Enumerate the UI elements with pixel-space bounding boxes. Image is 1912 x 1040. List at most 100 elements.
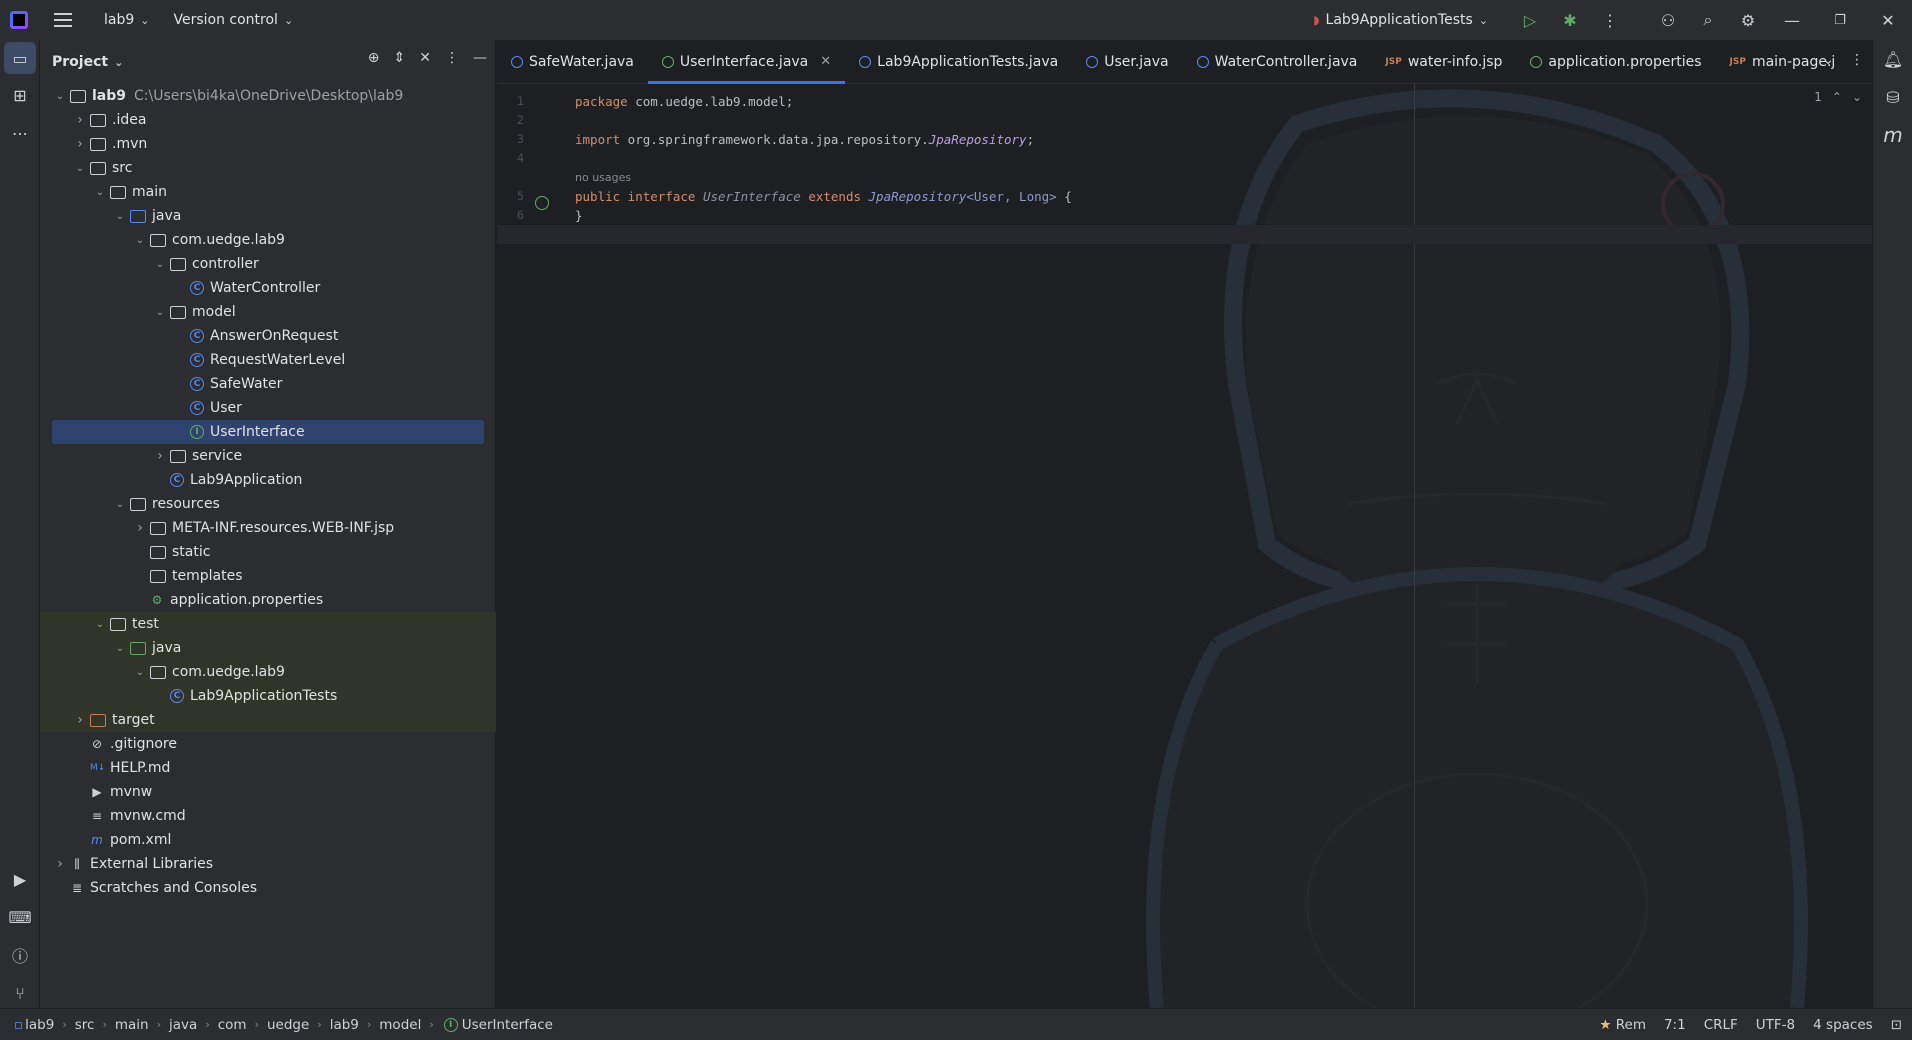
tab-list-chevron-icon[interactable]: ⌄ xyxy=(1822,52,1834,68)
implemented-gutter-icon[interactable] xyxy=(535,196,549,210)
breadcrumb-item[interactable]: model xyxy=(379,1017,421,1033)
intellij-logo-icon[interactable] xyxy=(10,11,28,29)
breadcrumb-item[interactable]: lab9 xyxy=(25,1017,54,1033)
locate-icon[interactable]: ⊕ xyxy=(368,50,380,66)
project-selector[interactable]: lab9 ⌄ xyxy=(96,8,157,32)
tree-item[interactable]: m pom.xml xyxy=(40,828,496,852)
tree-item[interactable]: ≣ Scratches and Consoles xyxy=(40,876,496,900)
chevron-right-icon[interactable]: › xyxy=(72,112,88,128)
tree-item[interactable]: ⌄ src xyxy=(40,156,496,180)
chevron-down-icon[interactable]: ⌄ xyxy=(72,163,88,174)
tree-item[interactable]: ⌄ com.uedge.lab9 xyxy=(40,228,496,252)
options-icon[interactable]: ⋮ xyxy=(445,50,459,66)
chevron-right-icon[interactable]: › xyxy=(72,136,88,152)
tree-item[interactable]: › target xyxy=(40,708,496,732)
close-window-icon[interactable]: ✕ xyxy=(1864,0,1912,40)
hide-panel-icon[interactable]: — xyxy=(473,50,487,66)
tree-item[interactable]: ≡ mvnw.cmd xyxy=(40,804,496,828)
tree-item[interactable]: C AnswerOnRequest xyxy=(40,324,496,348)
minimize-icon[interactable]: — xyxy=(1768,0,1816,40)
breadcrumb-item[interactable]: lab9 xyxy=(330,1017,359,1033)
breadcrumb-item[interactable]: java xyxy=(169,1017,197,1033)
tree-item[interactable]: ⌄ resources xyxy=(40,492,496,516)
collapse-all-icon[interactable]: ✕ xyxy=(419,50,431,66)
tree-item[interactable]: › ⫼ External Libraries xyxy=(40,852,496,876)
line-separator[interactable]: CRLF xyxy=(1704,1017,1738,1033)
breadcrumb-item[interactable]: src xyxy=(75,1017,95,1033)
tree-item[interactable]: M↓ HELP.md xyxy=(40,756,496,780)
chevron-right-icon[interactable]: › xyxy=(152,448,168,464)
tree-item[interactable]: ⊘ .gitignore xyxy=(40,732,496,756)
services-icon[interactable]: ▶ xyxy=(0,860,40,898)
breadcrumb-item[interactable]: main xyxy=(115,1017,149,1033)
run-icon[interactable]: ▷ xyxy=(1510,0,1550,40)
tree-item[interactable]: ⌄ test xyxy=(40,612,496,636)
read-only-lock-icon[interactable]: ⊡ xyxy=(1891,1017,1902,1033)
vcs-selector[interactable]: Version control ⌄ xyxy=(165,8,301,32)
tree-item[interactable]: › .mvn xyxy=(40,132,496,156)
editor-tab[interactable]: application.properties xyxy=(1516,40,1715,84)
restore-icon[interactable]: ❐ xyxy=(1816,0,1864,40)
tree-item[interactable]: › META-INF.resources.WEB-INF.jsp xyxy=(40,516,496,540)
breadcrumb-item[interactable]: com xyxy=(218,1017,247,1033)
tree-item[interactable]: C Lab9Application xyxy=(40,468,496,492)
run-config-selector[interactable]: ◗ Lab9ApplicationTests ⌄ xyxy=(1305,8,1496,32)
maven-icon[interactable]: m xyxy=(1873,116,1912,154)
notifications-icon[interactable]: 🔔︎ xyxy=(1873,40,1912,78)
tree-item[interactable]: templates xyxy=(40,564,496,588)
more-tools-icon[interactable]: ⋯ xyxy=(0,114,40,152)
chevron-right-icon[interactable]: › xyxy=(72,712,88,728)
close-tab-icon[interactable]: ✕ xyxy=(820,54,831,69)
chevron-down-icon[interactable]: ⌄ xyxy=(132,235,148,246)
tree-item[interactable]: C Lab9ApplicationTests xyxy=(40,684,496,708)
tree-item[interactable]: › .idea xyxy=(40,108,496,132)
code-with-me-icon[interactable]: ⚇ xyxy=(1648,0,1688,40)
tree-item[interactable]: ⌄ com.uedge.lab9 xyxy=(40,660,496,684)
chevron-down-icon[interactable]: ⌄ xyxy=(92,619,108,630)
chevron-right-icon[interactable]: › xyxy=(52,856,68,872)
line-gutter[interactable]: 1 2 3 4 5 6 7 xyxy=(497,84,561,244)
editor-tab[interactable]: User.java xyxy=(1072,40,1182,84)
database-icon[interactable]: ⛁ xyxy=(1873,78,1912,116)
breadcrumb-item[interactable]: UserInterface xyxy=(462,1017,553,1033)
chevron-down-icon[interactable]: ⌄ xyxy=(152,259,168,270)
problems-icon[interactable]: ⓘ xyxy=(0,936,40,974)
tree-item[interactable]: ⌄ main xyxy=(40,180,496,204)
chevron-down-icon[interactable]: ⌄ xyxy=(92,187,108,198)
chevron-right-icon[interactable]: › xyxy=(132,520,148,536)
usages-hint[interactable]: no usages xyxy=(575,168,1872,187)
tree-item[interactable]: ▶ mvnw xyxy=(40,780,496,804)
editor-tab[interactable]: JSP water-info.jsp xyxy=(1371,40,1516,84)
tree-item[interactable]: ⌄ java xyxy=(40,636,496,660)
tree-item[interactable]: C User xyxy=(40,396,496,420)
editor-tab[interactable]: Lab9ApplicationTests.java xyxy=(845,40,1072,84)
file-encoding[interactable]: UTF-8 xyxy=(1756,1017,1795,1033)
chevron-down-icon[interactable]: ⌄ xyxy=(52,91,68,102)
tree-item[interactable]: › service xyxy=(40,444,496,468)
chevron-down-icon[interactable]: ⌄ xyxy=(132,667,148,678)
debug-icon[interactable]: ✱ xyxy=(1550,0,1590,40)
breadcrumb-item[interactable]: uedge xyxy=(267,1017,309,1033)
rem-plugin-widget[interactable]: ★ Rem xyxy=(1599,1017,1646,1033)
structure-tool-icon[interactable]: ⊞ xyxy=(0,76,40,114)
tree-item[interactable]: ⌄ controller xyxy=(40,252,496,276)
chevron-down-icon[interactable]: ⌄ xyxy=(152,307,168,318)
tree-item[interactable]: static xyxy=(40,540,496,564)
caret-position[interactable]: 7:1 xyxy=(1664,1017,1686,1033)
chevron-down-icon[interactable]: ⌄ xyxy=(112,211,128,222)
tree-item[interactable]: ⚙ application.properties xyxy=(40,588,496,612)
project-tool-icon[interactable]: ▭ xyxy=(4,42,36,74)
main-menu-icon[interactable] xyxy=(54,13,72,27)
code-area[interactable]: 1 ⌃ ⌄ 1 2 3 4 5 6 7 package com.uedge.la… xyxy=(497,84,1872,1008)
tab-options-icon[interactable]: ⋮ xyxy=(1850,52,1864,68)
git-icon[interactable]: ⑂ xyxy=(0,974,40,1012)
chevron-down-icon[interactable]: ⌄ xyxy=(112,499,128,510)
terminal-icon[interactable]: ⌨ xyxy=(0,898,40,936)
settings-gear-icon[interactable]: ⚙ xyxy=(1728,0,1768,40)
editor-tab[interactable]: SafeWater.java xyxy=(497,40,648,84)
tree-item[interactable]: C WaterController xyxy=(40,276,496,300)
expand-all-icon[interactable]: ⇕ xyxy=(394,50,406,66)
tree-item[interactable]: I UserInterface xyxy=(40,420,496,444)
tree-item[interactable]: ⌄ model xyxy=(40,300,496,324)
chevron-down-icon[interactable]: ⌄ xyxy=(112,643,128,654)
